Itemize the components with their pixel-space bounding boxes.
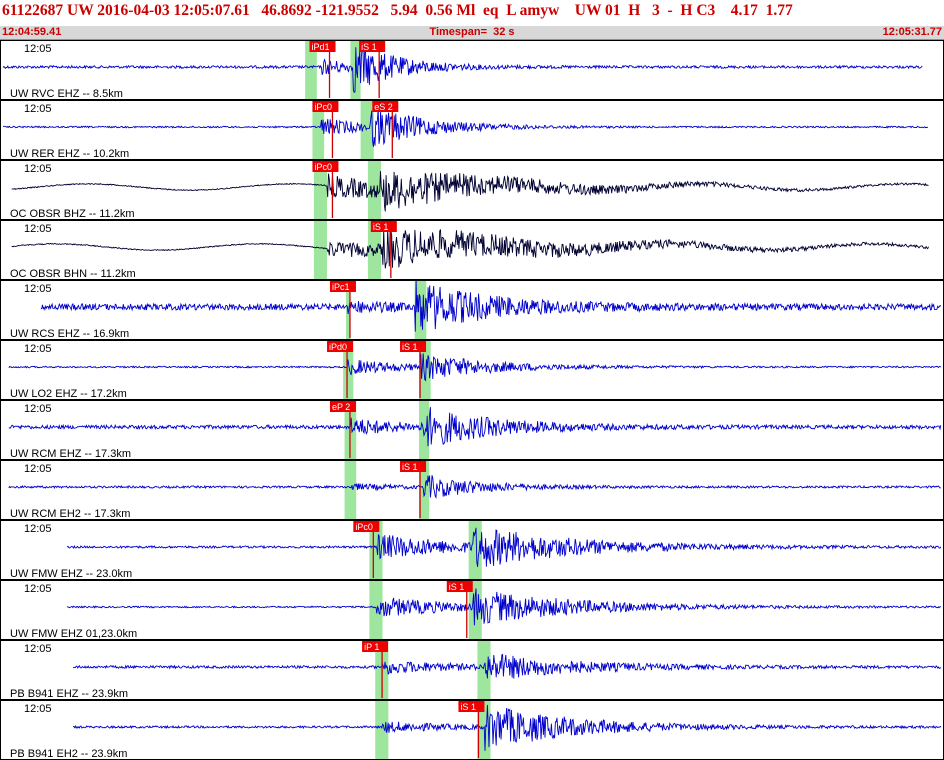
trace-panel: iPd0 iS 1 12:05 UW LO2 EHZ -- 17.2km — [0, 340, 944, 400]
pick-label: eP 2 — [332, 402, 350, 412]
pick-label: iS 1 — [460, 702, 476, 712]
event-header: 61122687 UW 2016-04-03 12:05:07.61 46.86… — [0, 0, 944, 26]
station-label: UW FMW EHZ -- 23.0km — [10, 568, 132, 580]
station-label: UW RCM EH2 -- 17.3km — [10, 508, 130, 520]
minute-label: 12:05 — [24, 523, 52, 535]
waveform-trace — [11, 228, 929, 269]
waveform-trace — [72, 653, 942, 679]
pick-label: eS 2 — [374, 102, 393, 112]
station-label: UW RVC EHZ -- 8.5km — [10, 88, 123, 100]
panel-border — [0, 40, 944, 100]
waveform-trace — [66, 527, 942, 567]
waveform-trace — [8, 407, 942, 447]
waveform-trace — [3, 108, 929, 147]
pick-label: iS 1 — [449, 582, 465, 592]
panel-border — [0, 640, 944, 700]
minute-label: 12:05 — [24, 223, 52, 235]
event-summary: 61122687 UW 2016-04-03 12:05:07.61 46.86… — [2, 2, 793, 19]
station-label: UW RCS EHZ -- 16.9km — [10, 328, 129, 340]
trace-panel: iPc0 12:05 OC OBSR BHZ -- 11.2km — [0, 160, 944, 220]
minute-label: 12:05 — [24, 643, 52, 655]
waveform-trace — [8, 353, 942, 382]
minute-label: 12:05 — [24, 103, 52, 115]
station-label: OC OBSR BHZ -- 11.2km — [10, 208, 134, 220]
minute-label: 12:05 — [24, 463, 52, 475]
station-label: UW LO2 EHZ -- 17.2km — [10, 388, 127, 400]
trace-panel: iS 1 12:05 UW RCM EH2 -- 17.3km — [0, 460, 944, 520]
pick-label: iPc1 — [332, 282, 350, 292]
trace-panel: iP 1 12:05 PB B941 EHZ -- 23.9km — [0, 640, 944, 700]
timespan-label: Timespan= 32 s — [429, 26, 515, 38]
station-label: PB B941 EH2 -- 23.9km — [10, 748, 127, 760]
time-axis-bar: 12:04:59.41 Timespan= 32 s 12:05:31.77 — [0, 26, 944, 40]
station-label: UW RCM EHZ -- 17.3km — [10, 448, 131, 460]
pick-label: iS 1 — [361, 42, 377, 52]
waveform-trace — [11, 171, 929, 212]
minute-label: 12:05 — [24, 343, 52, 355]
trace-panel: iPd1 iS 1 12:05 UW RVC EHZ -- 8.5km — [0, 40, 944, 100]
minute-label: 12:05 — [24, 163, 52, 175]
pick-label: iPc0 — [314, 102, 332, 112]
phase-window — [344, 461, 357, 519]
trace-panel: iS 1 12:05 PB B941 EH2 -- 23.9km — [0, 700, 944, 760]
minute-label: 12:05 — [24, 283, 52, 295]
trace-panel: iS 1 12:05 UW FMW EHZ 01,23.0km — [0, 580, 944, 640]
phase-window — [313, 221, 328, 279]
pick-label: iS 1 — [402, 342, 418, 352]
trace-panel: iPc0 eS 2 12:05 UW RER EHZ -- 10.2km — [0, 100, 944, 160]
panel-border — [0, 460, 944, 520]
pick-label: iPd1 — [312, 42, 330, 52]
station-label: PB B941 EHZ -- 23.9km — [10, 688, 128, 700]
minute-label: 12:05 — [24, 403, 52, 415]
waveform-trace — [8, 475, 941, 499]
minute-label: 12:05 — [24, 43, 52, 55]
pick-label: iPc0 — [314, 162, 332, 172]
waveform-trace — [66, 588, 942, 626]
station-label: UW FMW EHZ 01,23.0km — [10, 628, 137, 640]
end-time-label: 12:05:31.77 — [882, 26, 942, 38]
pick-label: iS 1 — [373, 222, 389, 232]
seismogram-panel[interactable]: iPd1 iS 1 12:05 UW RVC EHZ -- 8.5km iPc0 eS 2… — [0, 40, 944, 760]
pick-label: iP 1 — [364, 642, 379, 652]
pick-label: iS 1 — [402, 462, 418, 472]
pick-label: iPc0 — [355, 522, 373, 532]
station-label: OC OBSR BHN -- 11.2km — [10, 268, 136, 280]
pick-label: iPd0 — [329, 342, 347, 352]
trace-panel: iPc0 12:05 UW FMW EHZ -- 23.0km — [0, 520, 944, 580]
trace-panel: iS 1 12:05 OC OBSR BHN -- 11.2km — [0, 220, 944, 280]
waveform-trace — [40, 280, 942, 332]
trace-panel: eP 2 12:05 UW RCM EHZ -- 17.3km — [0, 400, 944, 460]
minute-label: 12:05 — [24, 583, 52, 595]
waveform-trace — [72, 704, 942, 751]
station-label: UW RER EHZ -- 10.2km — [10, 148, 129, 160]
trace-panel: iPc1 12:05 UW RCS EHZ -- 16.9km — [0, 280, 944, 340]
minute-label: 12:05 — [24, 703, 52, 715]
waveform-trace — [2, 45, 923, 93]
